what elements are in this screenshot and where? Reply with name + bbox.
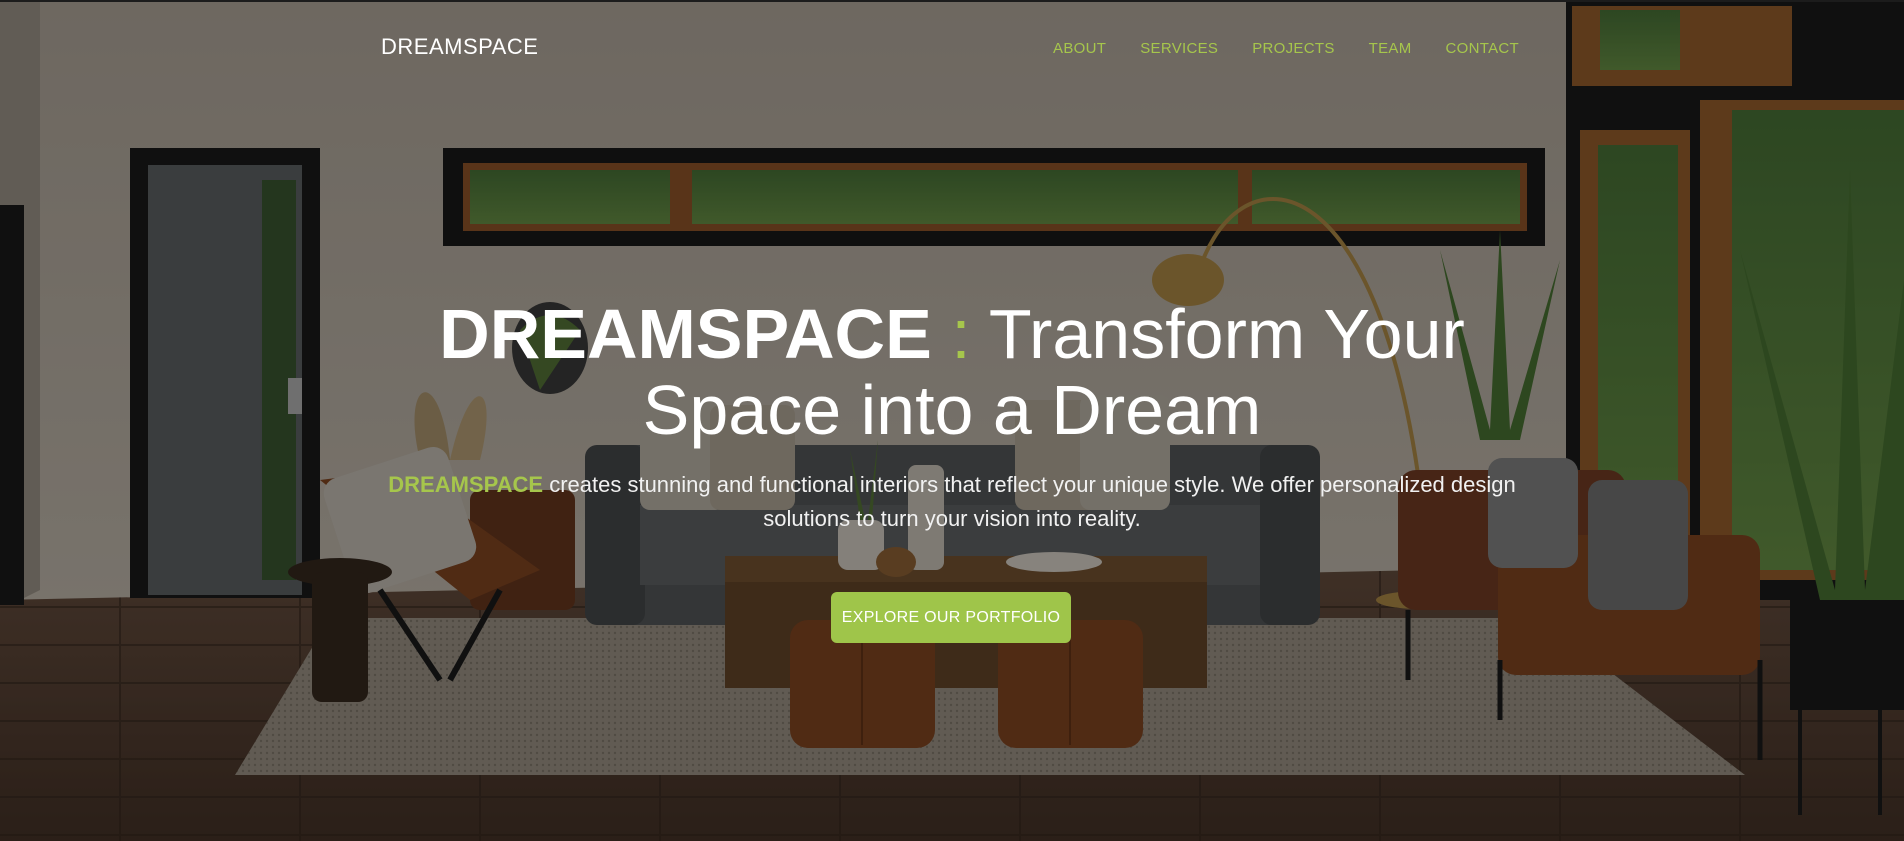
hero-copy: DREAMSPACE : Transform Your Space into a… xyxy=(370,296,1534,536)
nav-link-services[interactable]: SERVICES xyxy=(1140,40,1218,57)
brand-logo[interactable]: DREAMSPACE xyxy=(381,34,538,60)
nav-link-projects[interactable]: PROJECTS xyxy=(1252,40,1334,57)
nav-link-about[interactable]: ABOUT xyxy=(1053,40,1106,57)
main-nav: ABOUT SERVICES PROJECTS TEAM CONTACT xyxy=(1053,40,1519,57)
headline-brand: DREAMSPACE xyxy=(439,295,932,373)
explore-portfolio-button[interactable]: EXPLORE OUR PORTFOLIO xyxy=(831,592,1071,643)
hero-headline: DREAMSPACE : Transform Your Space into a… xyxy=(370,296,1534,448)
description-text: creates stunning and functional interior… xyxy=(549,472,1516,531)
headline-colon: : xyxy=(951,295,971,373)
hero-description: DREAMSPACE creates stunning and function… xyxy=(382,468,1522,536)
hero-section: DREAMSPACE ABOUT SERVICES PROJECTS TEAM … xyxy=(0,0,1904,841)
top-border xyxy=(0,0,1904,2)
nav-link-contact[interactable]: CONTACT xyxy=(1446,40,1519,57)
description-brand: DREAMSPACE xyxy=(388,472,544,497)
nav-link-team[interactable]: TEAM xyxy=(1369,40,1412,57)
